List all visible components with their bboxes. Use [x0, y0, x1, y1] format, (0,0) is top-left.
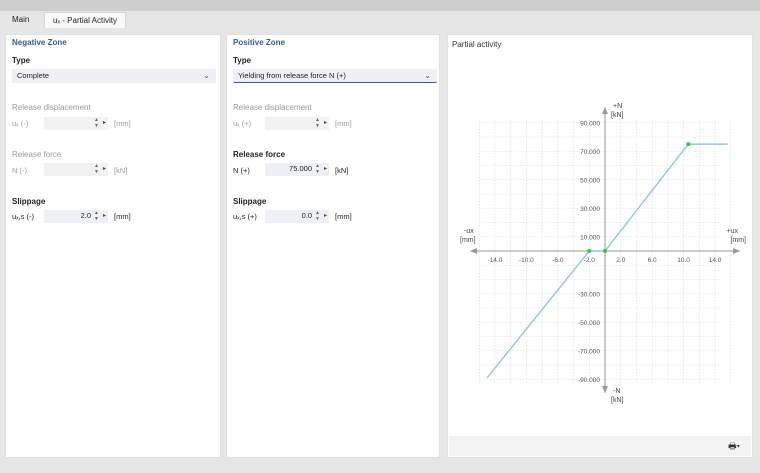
positive-type-label: Type — [233, 56, 252, 65]
positive-release-force-label: Release force — [233, 150, 286, 159]
partial-activity-chart: +N [kN] -N [kN] +ux [mm] -ux [mm] -14.0 -10.0 -6.0… — [460, 103, 746, 404]
spinner-icon[interactable]: ▲ ▼ — [94, 210, 99, 222]
x-tick-label: -10.0 — [519, 257, 534, 264]
play-icon: ▸ — [102, 120, 106, 126]
chart-footer: 🖶▾ — [449, 436, 751, 456]
positive-type-select[interactable]: Yielding from release force N (+) ⌄ — [233, 69, 437, 83]
negative-release-force-unit: [kN] — [114, 166, 128, 175]
y-axis-unit-top: [kN] — [611, 112, 624, 119]
y-axis-unit-bottom: [kN] — [611, 397, 624, 404]
y-tick-label: -70.000 — [578, 348, 600, 355]
y-tick-label: -90.000 — [578, 377, 600, 384]
positive-release-force-unit: [kN] — [335, 166, 349, 175]
positive-release-force-value: 75.000 — [289, 164, 312, 173]
positive-slippage-input[interactable]: 0.0 ▲ ▼ ▸ — [265, 210, 329, 223]
negative-type-select[interactable]: Complete ⌄ — [12, 69, 216, 83]
negative-release-displacement-input: ▲ ▼ ▸ — [44, 117, 108, 130]
y-tick-label: 10.000 — [580, 234, 600, 241]
y-axis-negative-label: -N — [613, 388, 620, 395]
x-tick-label: -14.0 — [488, 257, 503, 264]
positive-release-displacement-field-label: uₓ (+) — [233, 119, 252, 128]
data-point — [587, 249, 592, 253]
positive-slippage-unit: [mm] — [335, 212, 352, 221]
x-tick-label: 2.0 — [616, 257, 625, 264]
positive-release-force-field-label: N (+) — [233, 166, 250, 175]
negative-release-displacement-unit: [mm] — [114, 119, 131, 128]
negative-slippage-field-label: uₓ,s (-) — [12, 212, 35, 221]
negative-slippage-input[interactable]: 2.0 ▲ ▼ ▸ — [44, 210, 108, 223]
play-icon[interactable]: ▸ — [324, 212, 327, 219]
spinner-icon[interactable]: ▲ ▼ — [315, 210, 320, 222]
partial-activity-panel: +N [kN] -N [kN] +ux [mm] -ux [mm] -14.0 -10.0 -6.0… — [447, 34, 753, 458]
positive-release-force-input[interactable]: 75.000 ▲ ▼ ▸ — [265, 163, 329, 176]
spinner-icon: ▲ ▼ — [94, 163, 99, 175]
negative-release-force-field-label: N (-) — [12, 166, 27, 175]
positive-release-displacement-unit: [mm] — [335, 119, 352, 128]
negative-slippage-value: 2.0 — [80, 211, 91, 220]
negative-release-displacement-label: Release displacement — [12, 103, 91, 112]
x-axis-arrow-right — [733, 248, 740, 254]
spinner-icon: ▲ ▼ — [315, 117, 320, 129]
x-tick-label: -2.0 — [584, 257, 596, 264]
chevron-down-icon: ⌄ — [424, 71, 431, 80]
negative-slippage-unit: [mm] — [114, 212, 131, 221]
tab-bar: Main uₓ - Partial Activity — [0, 0, 760, 28]
spinner-icon: ▲ ▼ — [94, 117, 99, 129]
x-tick-label: 6.0 — [648, 257, 657, 264]
chevron-down-icon: ⌄ — [203, 71, 210, 80]
positive-release-displacement-label: Release displacement — [233, 103, 312, 112]
y-axis-arrow-top — [602, 107, 608, 114]
negative-release-displacement-field-label: uₓ (-) — [12, 119, 29, 128]
data-point — [686, 142, 691, 147]
positive-type-value: Yielding from release force N (+) — [238, 71, 346, 80]
y-tick-label: 30.000 — [580, 206, 600, 213]
data-point — [603, 249, 607, 253]
x-tick-label: 10.0 — [677, 257, 690, 264]
y-axis-arrow-bottom — [602, 386, 608, 393]
negative-type-value: Complete — [17, 71, 50, 80]
x-axis-negative-label: -ux — [464, 228, 474, 235]
x-tick-label: 14.0 — [709, 257, 722, 264]
spinner-icon[interactable]: ▲ ▼ — [315, 163, 320, 175]
y-tick-label: -50.000 — [578, 320, 600, 327]
play-icon: ▸ — [323, 120, 327, 126]
positive-zone-title: Positive Zone — [233, 38, 286, 47]
x-tick-label: -6.0 — [552, 257, 564, 264]
positive-slippage-field-label: uₓ,s (+) — [233, 212, 257, 221]
positive-slippage-value: 0.0 — [301, 211, 312, 220]
tab-bar-strip — [0, 0, 760, 11]
positive-release-displacement-input: ▲ ▼ ▸ — [265, 117, 329, 130]
positive-slippage-label: Slippage — [233, 197, 267, 206]
tab-partial-activity[interactable]: uₓ - Partial Activity — [44, 12, 126, 28]
negative-release-force-label: Release force — [12, 150, 62, 159]
negative-slippage-label: Slippage — [12, 197, 46, 206]
x-axis-unit-right: [mm] — [730, 237, 746, 244]
y-tick-label: 70.000 — [580, 149, 600, 156]
y-tick-label: 90.000 — [580, 120, 600, 127]
play-icon[interactable]: ▸ — [103, 212, 106, 219]
x-axis-positive-label: +ux — [727, 228, 739, 235]
negative-release-force-input: ▲ ▼ ▸ — [44, 163, 108, 176]
x-axis-arrow-left — [470, 248, 477, 254]
negative-zone-panel: Negative Zone Type Complete ⌄ Release di… — [5, 34, 221, 458]
negative-zone-title: Negative Zone — [12, 38, 67, 47]
printer-icon[interactable]: 🖶▾ — [723, 439, 745, 453]
y-tick-label: 50.000 — [580, 177, 600, 184]
chart-title: Partial activity — [452, 40, 502, 49]
play-icon[interactable]: ▸ — [324, 165, 327, 172]
positive-zone-panel: Positive Zone Type Yielding from release… — [226, 34, 440, 458]
tab-main[interactable]: Main — [4, 12, 37, 28]
play-icon: ▸ — [102, 166, 106, 172]
y-tick-label: -30.000 — [578, 291, 600, 298]
x-axis-unit-left: [mm] — [460, 237, 476, 244]
negative-type-label: Type — [12, 56, 31, 65]
y-axis-positive-label: +N — [613, 103, 622, 110]
